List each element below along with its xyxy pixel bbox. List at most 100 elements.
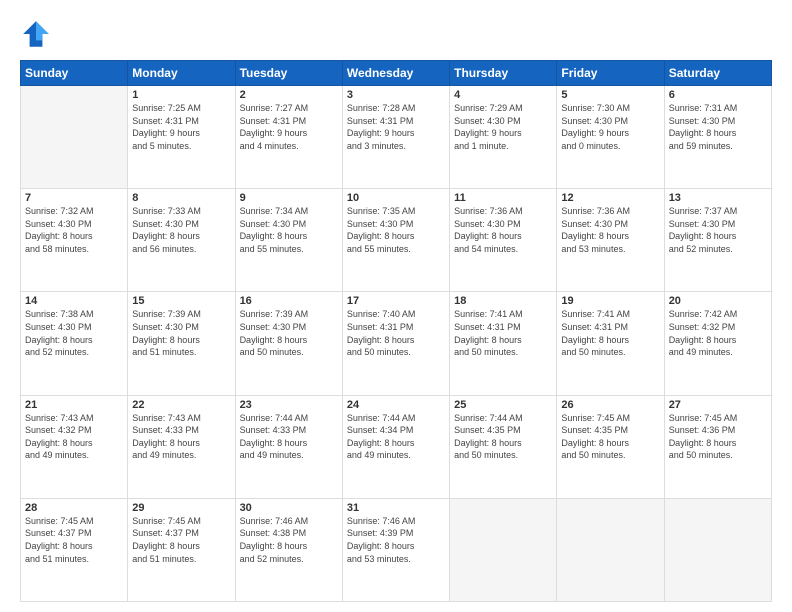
col-header-friday: Friday: [557, 61, 664, 86]
week-row-5: 28Sunrise: 7:45 AMSunset: 4:37 PMDayligh…: [21, 498, 772, 601]
col-header-monday: Monday: [128, 61, 235, 86]
col-header-wednesday: Wednesday: [342, 61, 449, 86]
day-cell: 31Sunrise: 7:46 AMSunset: 4:39 PMDayligh…: [342, 498, 449, 601]
day-cell: 23Sunrise: 7:44 AMSunset: 4:33 PMDayligh…: [235, 395, 342, 498]
day-info: Sunrise: 7:39 AMSunset: 4:30 PMDaylight:…: [240, 308, 338, 358]
day-number: 13: [669, 192, 767, 204]
day-number: 28: [25, 502, 123, 514]
day-info: Sunrise: 7:44 AMSunset: 4:34 PMDaylight:…: [347, 412, 445, 462]
day-info: Sunrise: 7:25 AMSunset: 4:31 PMDaylight:…: [132, 102, 230, 152]
day-cell: 20Sunrise: 7:42 AMSunset: 4:32 PMDayligh…: [664, 292, 771, 395]
day-info: Sunrise: 7:42 AMSunset: 4:32 PMDaylight:…: [669, 308, 767, 358]
day-cell: 22Sunrise: 7:43 AMSunset: 4:33 PMDayligh…: [128, 395, 235, 498]
day-cell: 29Sunrise: 7:45 AMSunset: 4:37 PMDayligh…: [128, 498, 235, 601]
day-number: 4: [454, 89, 552, 101]
day-number: 7: [25, 192, 123, 204]
page: SundayMondayTuesdayWednesdayThursdayFrid…: [0, 0, 792, 612]
col-header-saturday: Saturday: [664, 61, 771, 86]
day-cell: 24Sunrise: 7:44 AMSunset: 4:34 PMDayligh…: [342, 395, 449, 498]
day-info: Sunrise: 7:30 AMSunset: 4:30 PMDaylight:…: [561, 102, 659, 152]
day-cell: 9Sunrise: 7:34 AMSunset: 4:30 PMDaylight…: [235, 189, 342, 292]
col-header-thursday: Thursday: [450, 61, 557, 86]
day-number: 20: [669, 295, 767, 307]
day-number: 5: [561, 89, 659, 101]
day-number: 1: [132, 89, 230, 101]
day-info: Sunrise: 7:27 AMSunset: 4:31 PMDaylight:…: [240, 102, 338, 152]
day-number: 2: [240, 89, 338, 101]
day-number: 26: [561, 399, 659, 411]
day-cell: 5Sunrise: 7:30 AMSunset: 4:30 PMDaylight…: [557, 86, 664, 189]
calendar-table: SundayMondayTuesdayWednesdayThursdayFrid…: [20, 60, 772, 602]
col-header-sunday: Sunday: [21, 61, 128, 86]
day-info: Sunrise: 7:43 AMSunset: 4:33 PMDaylight:…: [132, 412, 230, 462]
day-info: Sunrise: 7:46 AMSunset: 4:39 PMDaylight:…: [347, 515, 445, 565]
day-cell: 6Sunrise: 7:31 AMSunset: 4:30 PMDaylight…: [664, 86, 771, 189]
day-info: Sunrise: 7:44 AMSunset: 4:35 PMDaylight:…: [454, 412, 552, 462]
day-info: Sunrise: 7:45 AMSunset: 4:37 PMDaylight:…: [25, 515, 123, 565]
day-cell: [664, 498, 771, 601]
day-cell: 28Sunrise: 7:45 AMSunset: 4:37 PMDayligh…: [21, 498, 128, 601]
header: [20, 18, 772, 50]
day-number: 8: [132, 192, 230, 204]
day-cell: [450, 498, 557, 601]
day-info: Sunrise: 7:40 AMSunset: 4:31 PMDaylight:…: [347, 308, 445, 358]
day-info: Sunrise: 7:45 AMSunset: 4:37 PMDaylight:…: [132, 515, 230, 565]
day-info: Sunrise: 7:31 AMSunset: 4:30 PMDaylight:…: [669, 102, 767, 152]
day-cell: 25Sunrise: 7:44 AMSunset: 4:35 PMDayligh…: [450, 395, 557, 498]
day-cell: 8Sunrise: 7:33 AMSunset: 4:30 PMDaylight…: [128, 189, 235, 292]
day-info: Sunrise: 7:39 AMSunset: 4:30 PMDaylight:…: [132, 308, 230, 358]
day-number: 15: [132, 295, 230, 307]
day-info: Sunrise: 7:28 AMSunset: 4:31 PMDaylight:…: [347, 102, 445, 152]
day-number: 19: [561, 295, 659, 307]
day-info: Sunrise: 7:32 AMSunset: 4:30 PMDaylight:…: [25, 205, 123, 255]
day-cell: 18Sunrise: 7:41 AMSunset: 4:31 PMDayligh…: [450, 292, 557, 395]
day-number: 17: [347, 295, 445, 307]
day-cell: 2Sunrise: 7:27 AMSunset: 4:31 PMDaylight…: [235, 86, 342, 189]
logo: [20, 18, 56, 50]
day-number: 24: [347, 399, 445, 411]
day-info: Sunrise: 7:41 AMSunset: 4:31 PMDaylight:…: [561, 308, 659, 358]
day-number: 23: [240, 399, 338, 411]
day-cell: 15Sunrise: 7:39 AMSunset: 4:30 PMDayligh…: [128, 292, 235, 395]
day-number: 12: [561, 192, 659, 204]
day-number: 29: [132, 502, 230, 514]
day-info: Sunrise: 7:36 AMSunset: 4:30 PMDaylight:…: [454, 205, 552, 255]
day-info: Sunrise: 7:45 AMSunset: 4:36 PMDaylight:…: [669, 412, 767, 462]
day-info: Sunrise: 7:34 AMSunset: 4:30 PMDaylight:…: [240, 205, 338, 255]
day-cell: 10Sunrise: 7:35 AMSunset: 4:30 PMDayligh…: [342, 189, 449, 292]
day-cell: 21Sunrise: 7:43 AMSunset: 4:32 PMDayligh…: [21, 395, 128, 498]
day-number: 18: [454, 295, 552, 307]
day-cell: 27Sunrise: 7:45 AMSunset: 4:36 PMDayligh…: [664, 395, 771, 498]
day-number: 6: [669, 89, 767, 101]
day-cell: 14Sunrise: 7:38 AMSunset: 4:30 PMDayligh…: [21, 292, 128, 395]
day-cell: 30Sunrise: 7:46 AMSunset: 4:38 PMDayligh…: [235, 498, 342, 601]
day-cell: 12Sunrise: 7:36 AMSunset: 4:30 PMDayligh…: [557, 189, 664, 292]
day-number: 11: [454, 192, 552, 204]
col-header-tuesday: Tuesday: [235, 61, 342, 86]
day-cell: 16Sunrise: 7:39 AMSunset: 4:30 PMDayligh…: [235, 292, 342, 395]
day-cell: 7Sunrise: 7:32 AMSunset: 4:30 PMDaylight…: [21, 189, 128, 292]
day-cell: [21, 86, 128, 189]
week-row-4: 21Sunrise: 7:43 AMSunset: 4:32 PMDayligh…: [21, 395, 772, 498]
day-info: Sunrise: 7:43 AMSunset: 4:32 PMDaylight:…: [25, 412, 123, 462]
day-number: 9: [240, 192, 338, 204]
day-info: Sunrise: 7:44 AMSunset: 4:33 PMDaylight:…: [240, 412, 338, 462]
day-info: Sunrise: 7:38 AMSunset: 4:30 PMDaylight:…: [25, 308, 123, 358]
day-info: Sunrise: 7:35 AMSunset: 4:30 PMDaylight:…: [347, 205, 445, 255]
day-number: 21: [25, 399, 123, 411]
week-row-1: 1Sunrise: 7:25 AMSunset: 4:31 PMDaylight…: [21, 86, 772, 189]
day-cell: [557, 498, 664, 601]
day-cell: 11Sunrise: 7:36 AMSunset: 4:30 PMDayligh…: [450, 189, 557, 292]
day-info: Sunrise: 7:41 AMSunset: 4:31 PMDaylight:…: [454, 308, 552, 358]
day-info: Sunrise: 7:46 AMSunset: 4:38 PMDaylight:…: [240, 515, 338, 565]
day-number: 14: [25, 295, 123, 307]
day-info: Sunrise: 7:29 AMSunset: 4:30 PMDaylight:…: [454, 102, 552, 152]
day-number: 25: [454, 399, 552, 411]
day-number: 27: [669, 399, 767, 411]
day-info: Sunrise: 7:33 AMSunset: 4:30 PMDaylight:…: [132, 205, 230, 255]
day-number: 30: [240, 502, 338, 514]
day-cell: 13Sunrise: 7:37 AMSunset: 4:30 PMDayligh…: [664, 189, 771, 292]
day-cell: 3Sunrise: 7:28 AMSunset: 4:31 PMDaylight…: [342, 86, 449, 189]
day-cell: 4Sunrise: 7:29 AMSunset: 4:30 PMDaylight…: [450, 86, 557, 189]
day-number: 22: [132, 399, 230, 411]
